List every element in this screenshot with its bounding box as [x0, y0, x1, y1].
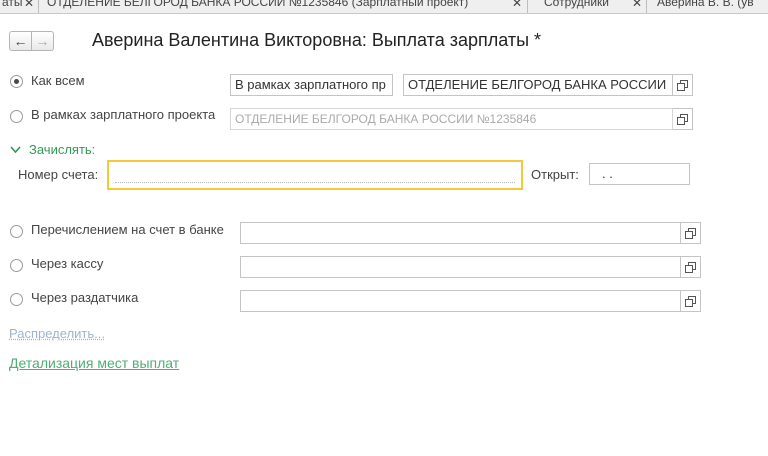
close-icon[interactable]: ✕ [632, 0, 642, 10]
tab-label: ОТДЕЛЕНИЕ БЕЛГОРОД БАНКА РОССИИ №1235846… [47, 0, 469, 9]
payment-method-field[interactable]: В рамках зарплатного пр [230, 74, 393, 96]
distributor-label: Через раздатчика [31, 290, 139, 305]
arrow-left-icon: ← [13, 33, 28, 49]
radio-as-all-label: Как всем [31, 73, 85, 88]
open-icon [685, 296, 696, 307]
cash-desk-label: Через кассу [31, 256, 104, 271]
page-title: Аверина Валентина Викторовна: Выплата за… [92, 30, 542, 50]
radio-as-all[interactable] [10, 75, 23, 88]
tab-payroll-project[interactable]: ОТДЕЛЕНИЕ БЕЛГОРОД БАНКА РОССИИ №1235846… [39, 0, 528, 13]
tab-label: аты [2, 0, 23, 9]
cash-desk-field[interactable] [240, 256, 681, 278]
bank-field[interactable]: ОТДЕЛЕНИЕ БЕЛГОРОД БАНКА РОССИИ [403, 74, 673, 96]
radio-payroll-project[interactable] [10, 110, 23, 123]
bank-transfer-label: Перечислением на счет в банке [31, 222, 224, 237]
distribute-link[interactable]: Распределить... [9, 326, 105, 341]
open-icon [677, 114, 688, 125]
close-icon[interactable]: ✕ [24, 0, 34, 10]
back-button[interactable]: ← [9, 31, 32, 51]
account-number-input[interactable] [107, 160, 523, 190]
payment-places-details-link[interactable]: Детализация мест выплат [9, 355, 179, 371]
opened-label: Открыт: [531, 167, 579, 182]
tab-employees[interactable]: Сотрудники ✕ [528, 0, 647, 13]
open-icon [685, 262, 696, 273]
open-button[interactable] [681, 222, 701, 244]
radio-bank-transfer[interactable] [10, 225, 23, 238]
forward-button[interactable]: → [31, 31, 54, 51]
radio-payroll-project-label: В рамках зарплатного проекта [31, 107, 216, 122]
opened-date-input[interactable]: . . [589, 163, 690, 185]
credit-section-toggle[interactable]: Зачислять: [29, 142, 95, 157]
tab-label: Сотрудники [544, 0, 609, 9]
open-button[interactable] [673, 74, 693, 96]
tab-strip: аты ✕ ОТДЕЛЕНИЕ БЕЛГОРОД БАНКА РОССИИ №1… [0, 0, 768, 14]
tab-salaries[interactable]: аты ✕ [0, 0, 39, 13]
open-button[interactable] [673, 108, 693, 130]
bank-transfer-field[interactable] [240, 222, 681, 244]
radio-cash-desk[interactable] [10, 259, 23, 272]
open-icon [677, 80, 688, 91]
payroll-project-field[interactable]: ОТДЕЛЕНИЕ БЕЛГОРОД БАНКА РОССИИ №1235846 [230, 108, 673, 130]
chevron-down-icon[interactable] [10, 146, 21, 154]
distributor-field[interactable] [240, 290, 681, 312]
open-button[interactable] [681, 256, 701, 278]
open-button[interactable] [681, 290, 701, 312]
account-number-label: Номер счета: [18, 167, 99, 182]
close-icon[interactable]: ✕ [512, 0, 522, 10]
tab-label: Аверина В. В. (ув [657, 0, 754, 9]
input-underline [115, 182, 515, 183]
open-icon [685, 228, 696, 239]
arrow-right-icon: → [35, 33, 50, 49]
radio-distributor[interactable] [10, 293, 23, 306]
tab-averina[interactable]: Аверина В. В. (ув [647, 0, 768, 13]
